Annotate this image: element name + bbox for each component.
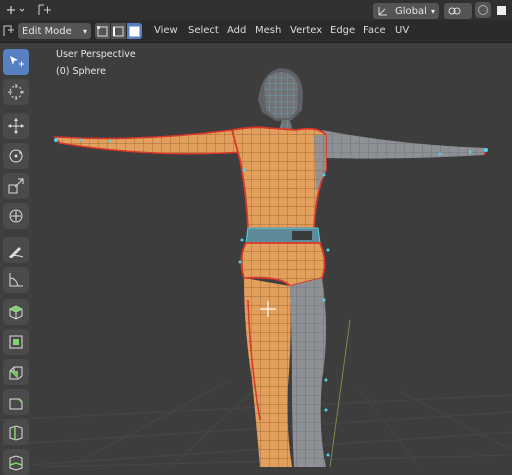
link-icon <box>448 7 461 15</box>
menu-mesh[interactable]: Mesh <box>255 24 281 38</box>
bevel-icon[interactable] <box>3 389 29 415</box>
annotate-icon[interactable] <box>3 237 29 263</box>
transform-icon[interactable] <box>3 203 29 229</box>
face-select-icon[interactable] <box>127 23 142 39</box>
tool-shelf <box>0 43 34 475</box>
knife-icon[interactable] <box>3 449 29 475</box>
loop-cut-icon[interactable] <box>3 419 29 445</box>
snap-dropdown[interactable] <box>444 3 472 19</box>
mode-label: Edit Mode <box>22 25 72 37</box>
mode-dropdown[interactable]: Edit Mode ▾ <box>18 23 91 39</box>
add-cube-icon[interactable] <box>3 299 29 325</box>
viewport-header: Edit Mode ▾ View Select Add Mesh Vertex … <box>0 20 512 43</box>
orientation-label: Global <box>395 5 427 17</box>
select-box-icon[interactable] <box>3 49 29 75</box>
orientation-icon <box>378 7 387 16</box>
menu-vertex[interactable]: Vertex <box>290 24 322 38</box>
perspective-label: User Perspective <box>56 49 136 60</box>
menu-select[interactable]: Select <box>188 24 219 38</box>
cursor-icon[interactable] <box>3 79 29 105</box>
snap-move-icon[interactable] <box>36 2 54 18</box>
top-bar: Global ▾ <box>0 0 512 20</box>
3d-viewport[interactable] <box>0 43 512 467</box>
scale-icon[interactable] <box>3 173 29 199</box>
menu-view[interactable]: View <box>154 24 178 38</box>
menu-face[interactable]: Face <box>363 24 386 38</box>
overlay-square-icon[interactable] <box>493 2 509 18</box>
proportional-edit-icon[interactable] <box>475 2 491 18</box>
mesh-belt <box>245 227 321 244</box>
menu-add[interactable]: Add <box>227 24 246 38</box>
extrude-icon[interactable] <box>3 329 29 355</box>
vertex-select-icon[interactable] <box>95 23 110 39</box>
select-mode-group <box>95 23 142 39</box>
menu-edge[interactable]: Edge <box>330 24 355 38</box>
chevron-down-icon: ▾ <box>82 26 87 36</box>
object-label: (0) Sphere <box>56 66 106 77</box>
editor-type-icon[interactable] <box>3 24 15 38</box>
inset-icon[interactable] <box>3 359 29 385</box>
transform-pivot-icon[interactable] <box>2 2 28 18</box>
orientation-dropdown[interactable]: Global ▾ <box>373 3 439 19</box>
rotate-icon[interactable] <box>3 143 29 169</box>
menu-uv[interactable]: UV <box>395 24 409 38</box>
chevron-down-icon: ▾ <box>430 6 435 16</box>
edge-select-icon[interactable] <box>111 23 126 39</box>
measure-icon[interactable] <box>3 267 29 293</box>
move-icon[interactable] <box>3 113 29 139</box>
